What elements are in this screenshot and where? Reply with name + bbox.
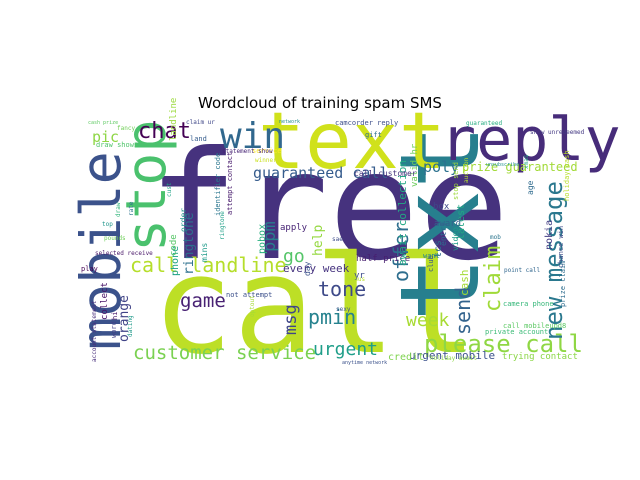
word-xmas: xmas: [523, 154, 530, 169]
word-winner: winner: [255, 157, 277, 164]
word-day: day: [303, 261, 312, 276]
word-top: top: [102, 221, 113, 228]
word-account-statement: account statement: [91, 300, 98, 362]
word-code: code: [169, 234, 179, 256]
word-sae: sae: [332, 236, 343, 243]
word-pobox: pobox: [257, 224, 268, 254]
word-network: network: [279, 119, 300, 125]
word-mins: mins: [200, 243, 209, 262]
word-age: age: [526, 180, 535, 195]
word-call-mobileupd8: call mobileupd8: [503, 322, 566, 330]
word-urgent: urgent: [313, 339, 378, 360]
word-week: week: [406, 310, 450, 331]
word-chat: chat: [138, 119, 191, 144]
word-play: play: [81, 265, 98, 273]
word-identifier-code: identifier code: [214, 153, 222, 216]
word-video: video: [451, 227, 460, 251]
word-camera-phone: camera phone: [503, 300, 554, 308]
word-cloud: freecalltxttextreplymobilestop winplease …: [69, 97, 621, 384]
word-auction: auction: [463, 157, 470, 183]
word-every-week: every week: [283, 262, 350, 275]
word-guaranteed: guaranteed: [466, 120, 503, 127]
word-apply: apply: [280, 223, 308, 233]
word-rate: rate: [128, 201, 135, 216]
word-draw: draw: [115, 202, 122, 217]
word-optout: optout: [249, 295, 256, 317]
word-prize-guaranteed: prize guaranteed: [462, 160, 578, 174]
word-sexy: sexy: [336, 306, 351, 313]
word-msg: msg: [281, 304, 301, 335]
word-bonus: bonus: [347, 276, 365, 283]
word-attempt-contact: attempt contact: [226, 152, 234, 215]
word-ringtone: ringtone: [219, 211, 226, 240]
word-order: order: [179, 208, 188, 232]
word-fancy: fancy: [117, 125, 135, 132]
word-credit: credit: [388, 352, 424, 363]
word-hi: hi: [111, 312, 119, 320]
word-help: help: [311, 225, 326, 256]
word-word: word: [110, 321, 118, 338]
word-camcorder-reply: camcorder reply: [335, 119, 398, 127]
word-unsubscribe: unsubscribe: [486, 162, 519, 168]
word-collect: collect: [100, 282, 110, 320]
word-selected-receive: selected receive: [95, 250, 153, 257]
word-draw-shows: draw shows: [96, 141, 138, 149]
word-land: land: [190, 135, 207, 143]
word-box: box: [433, 202, 450, 212]
word-dating: dating: [127, 315, 134, 337]
word-claim-ur: claim ur: [186, 119, 215, 126]
word-landline: landline: [169, 98, 179, 141]
word-show-unredeemed: show unredeemed: [530, 129, 585, 136]
word-entry: entry: [439, 222, 448, 246]
word-cust: cust: [166, 182, 173, 197]
word-gift: gift: [365, 131, 382, 139]
word-game: game: [180, 290, 226, 312]
word-customer-service: customer service: [133, 342, 316, 364]
word-club: club: [427, 255, 435, 272]
word-cash-prize: cash prize: [88, 120, 118, 126]
word-cash: cash: [458, 270, 471, 297]
word-holiday-await: holiday await: [430, 355, 477, 362]
word-pounds: pounds: [104, 235, 126, 242]
word-holiday-cash: holiday cash: [563, 150, 571, 201]
word-mob: mob: [490, 234, 501, 241]
word-point-call: point call: [504, 267, 541, 274]
word-valid-hr: valid hr: [410, 143, 420, 187]
word-trying-contact: trying contact: [502, 352, 578, 362]
word-call-customer: call customer: [354, 169, 417, 178]
word-anytime-network: anytime network: [342, 360, 387, 366]
word-prize-claim: prize claim: [559, 261, 567, 307]
word-stop-send: stop send: [452, 162, 460, 200]
word-nokia: nokia: [544, 220, 555, 250]
